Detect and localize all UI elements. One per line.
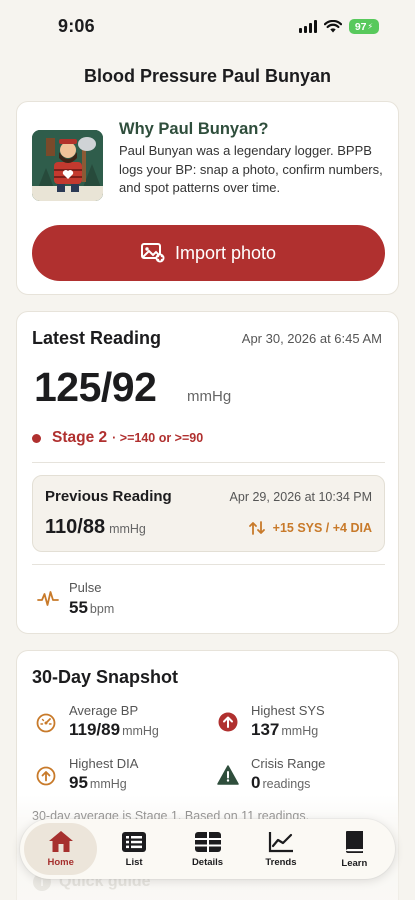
latest-reading-value: 125/92 [34, 364, 157, 410]
crisis-range-label: Crisis Range [251, 756, 326, 771]
stage-dot [32, 433, 41, 443]
status-bar: 9:06 97 ⚡ [0, 0, 415, 54]
average-bp-stat: Average BP 119/89 mmHg [69, 703, 159, 740]
gauge-icon [36, 713, 56, 733]
tab-trends[interactable]: Trends [244, 823, 317, 875]
status-time: 9:06 [58, 16, 95, 36]
previous-reading-box[interactable]: Previous Reading Apr 29, 2026 at 10:34 P… [32, 475, 385, 552]
average-bp-label: Average BP [69, 703, 139, 718]
stage-criteria: · >=140 or >=90 [112, 431, 204, 445]
latest-reading-unit: mmHg [187, 388, 232, 405]
tab-details[interactable]: Details [171, 823, 244, 875]
battery-indicator: 97 ⚡ [349, 19, 379, 34]
highest-dia-stat: Highest DIA 95 mmHg [69, 756, 138, 793]
highest-sys-stat: Highest SYS 137 mmHg [251, 703, 325, 740]
paul-bunyan-avatar [32, 130, 103, 201]
divider [32, 564, 385, 565]
previous-reading-title: Previous Reading [45, 488, 172, 505]
status-icons: 97 ⚡ [299, 19, 379, 34]
previous-reading-value: 110/88 mmHg [45, 516, 146, 538]
trends-icon [268, 831, 293, 852]
tab-home-label: Home [47, 857, 74, 868]
arrow-up-circle-icon [218, 712, 238, 732]
tab-home[interactable]: Home [24, 823, 98, 875]
snapshot-title: 30-Day Snapshot [32, 667, 179, 687]
home-icon [48, 831, 73, 852]
pulse-value: 55 bpm [69, 598, 115, 617]
highest-dia-label: Highest DIA [69, 756, 139, 771]
latest-reading-date: Apr 30, 2026 at 6:45 AM [241, 331, 382, 346]
tab-trends-label: Trends [265, 856, 297, 868]
tab-list[interactable]: List [97, 823, 170, 875]
pulse-icon [37, 591, 59, 606]
up-down-arrows-icon [248, 521, 265, 535]
highest-dia-value: 95 mmHg [69, 773, 127, 792]
reading-change-text: +15 SYS / +4 DIA [272, 521, 372, 535]
page-title: Blood Pressure Paul Bunyan [83, 66, 332, 86]
warning-icon [217, 765, 239, 785]
book-icon [346, 830, 364, 853]
import-photo-label: Import photo [174, 242, 277, 263]
reading-change: +15 SYS / +4 DIA [248, 521, 372, 535]
signal-icon [299, 20, 317, 33]
highest-sys-label: Highest SYS [251, 703, 325, 718]
tab-learn[interactable]: Learn [318, 823, 391, 875]
previous-reading-date: Apr 29, 2026 at 10:34 PM [229, 490, 372, 504]
latest-reading-card[interactable]: Latest Reading Apr 30, 2026 at 6:45 AM 1… [16, 311, 399, 634]
hero-title: Why Paul Bunyan? [119, 120, 269, 138]
divider [32, 462, 385, 463]
tab-learn-label: Learn [341, 857, 368, 869]
tab-list-label: List [125, 856, 143, 868]
tab-bar: Home List Details Trends Learn [20, 819, 395, 879]
photo-add-icon [140, 243, 165, 263]
latest-reading-title: Latest Reading [32, 328, 162, 348]
stage-label: Stage 2 [52, 429, 108, 446]
tab-details-label: Details [191, 856, 224, 868]
pulse-label: Pulse [69, 580, 102, 595]
arrow-up-outline-icon [36, 766, 56, 786]
crisis-range-value: 0 readings [251, 773, 311, 792]
import-photo-button[interactable]: Import photo [32, 225, 385, 281]
list-icon [122, 831, 147, 852]
average-bp-value: 119/89 mmHg [69, 720, 159, 739]
intro-card: Why Paul Bunyan? Paul Bunyan was a legen… [16, 101, 399, 295]
highest-sys-value: 137 mmHg [251, 720, 319, 739]
details-icon [194, 831, 221, 852]
wifi-icon [324, 20, 342, 33]
crisis-range-stat: Crisis Range 0 readings [251, 756, 325, 793]
hero-description: Paul Bunyan was a legendary logger. BPPB… [119, 143, 383, 195]
stage-badge: Stage 2 · >=140 or >=90 [32, 429, 203, 447]
